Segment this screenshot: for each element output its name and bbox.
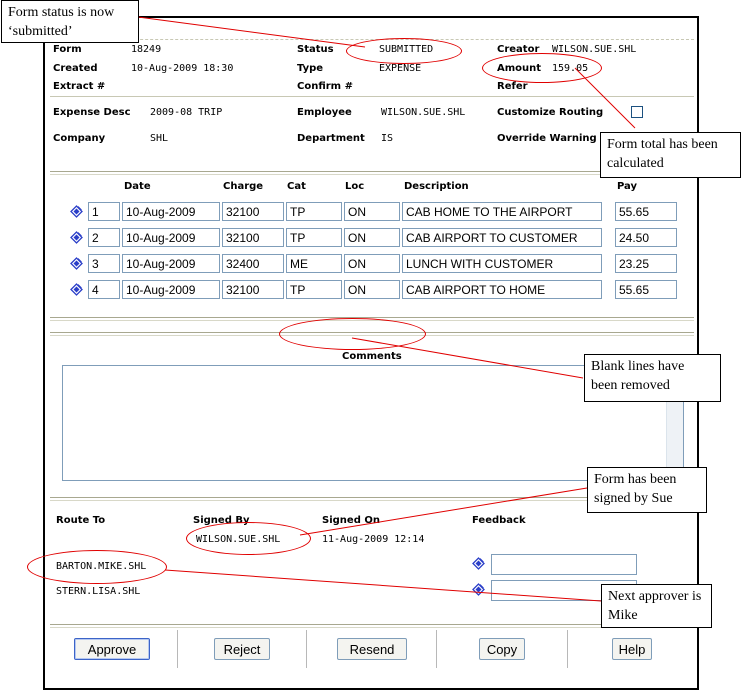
callout-line-status	[137, 16, 366, 48]
callout-line-signed	[299, 487, 588, 536]
highlight-signed-by	[186, 522, 311, 555]
callout-total: Form total has been calculated	[600, 132, 741, 178]
callout-line-next	[164, 569, 602, 602]
highlight-status	[346, 38, 462, 64]
highlight-blank-lines	[279, 318, 426, 350]
highlight-next-approver	[27, 550, 167, 584]
callout-blank: Blank lines have been removed	[584, 354, 721, 402]
callout-next: Next approver is Mike	[601, 584, 712, 628]
highlight-amount	[482, 53, 602, 83]
callout-status: Form status is now ‘submitted’	[1, 0, 139, 43]
callout-signed: Form has been signed by Sue	[587, 467, 707, 513]
